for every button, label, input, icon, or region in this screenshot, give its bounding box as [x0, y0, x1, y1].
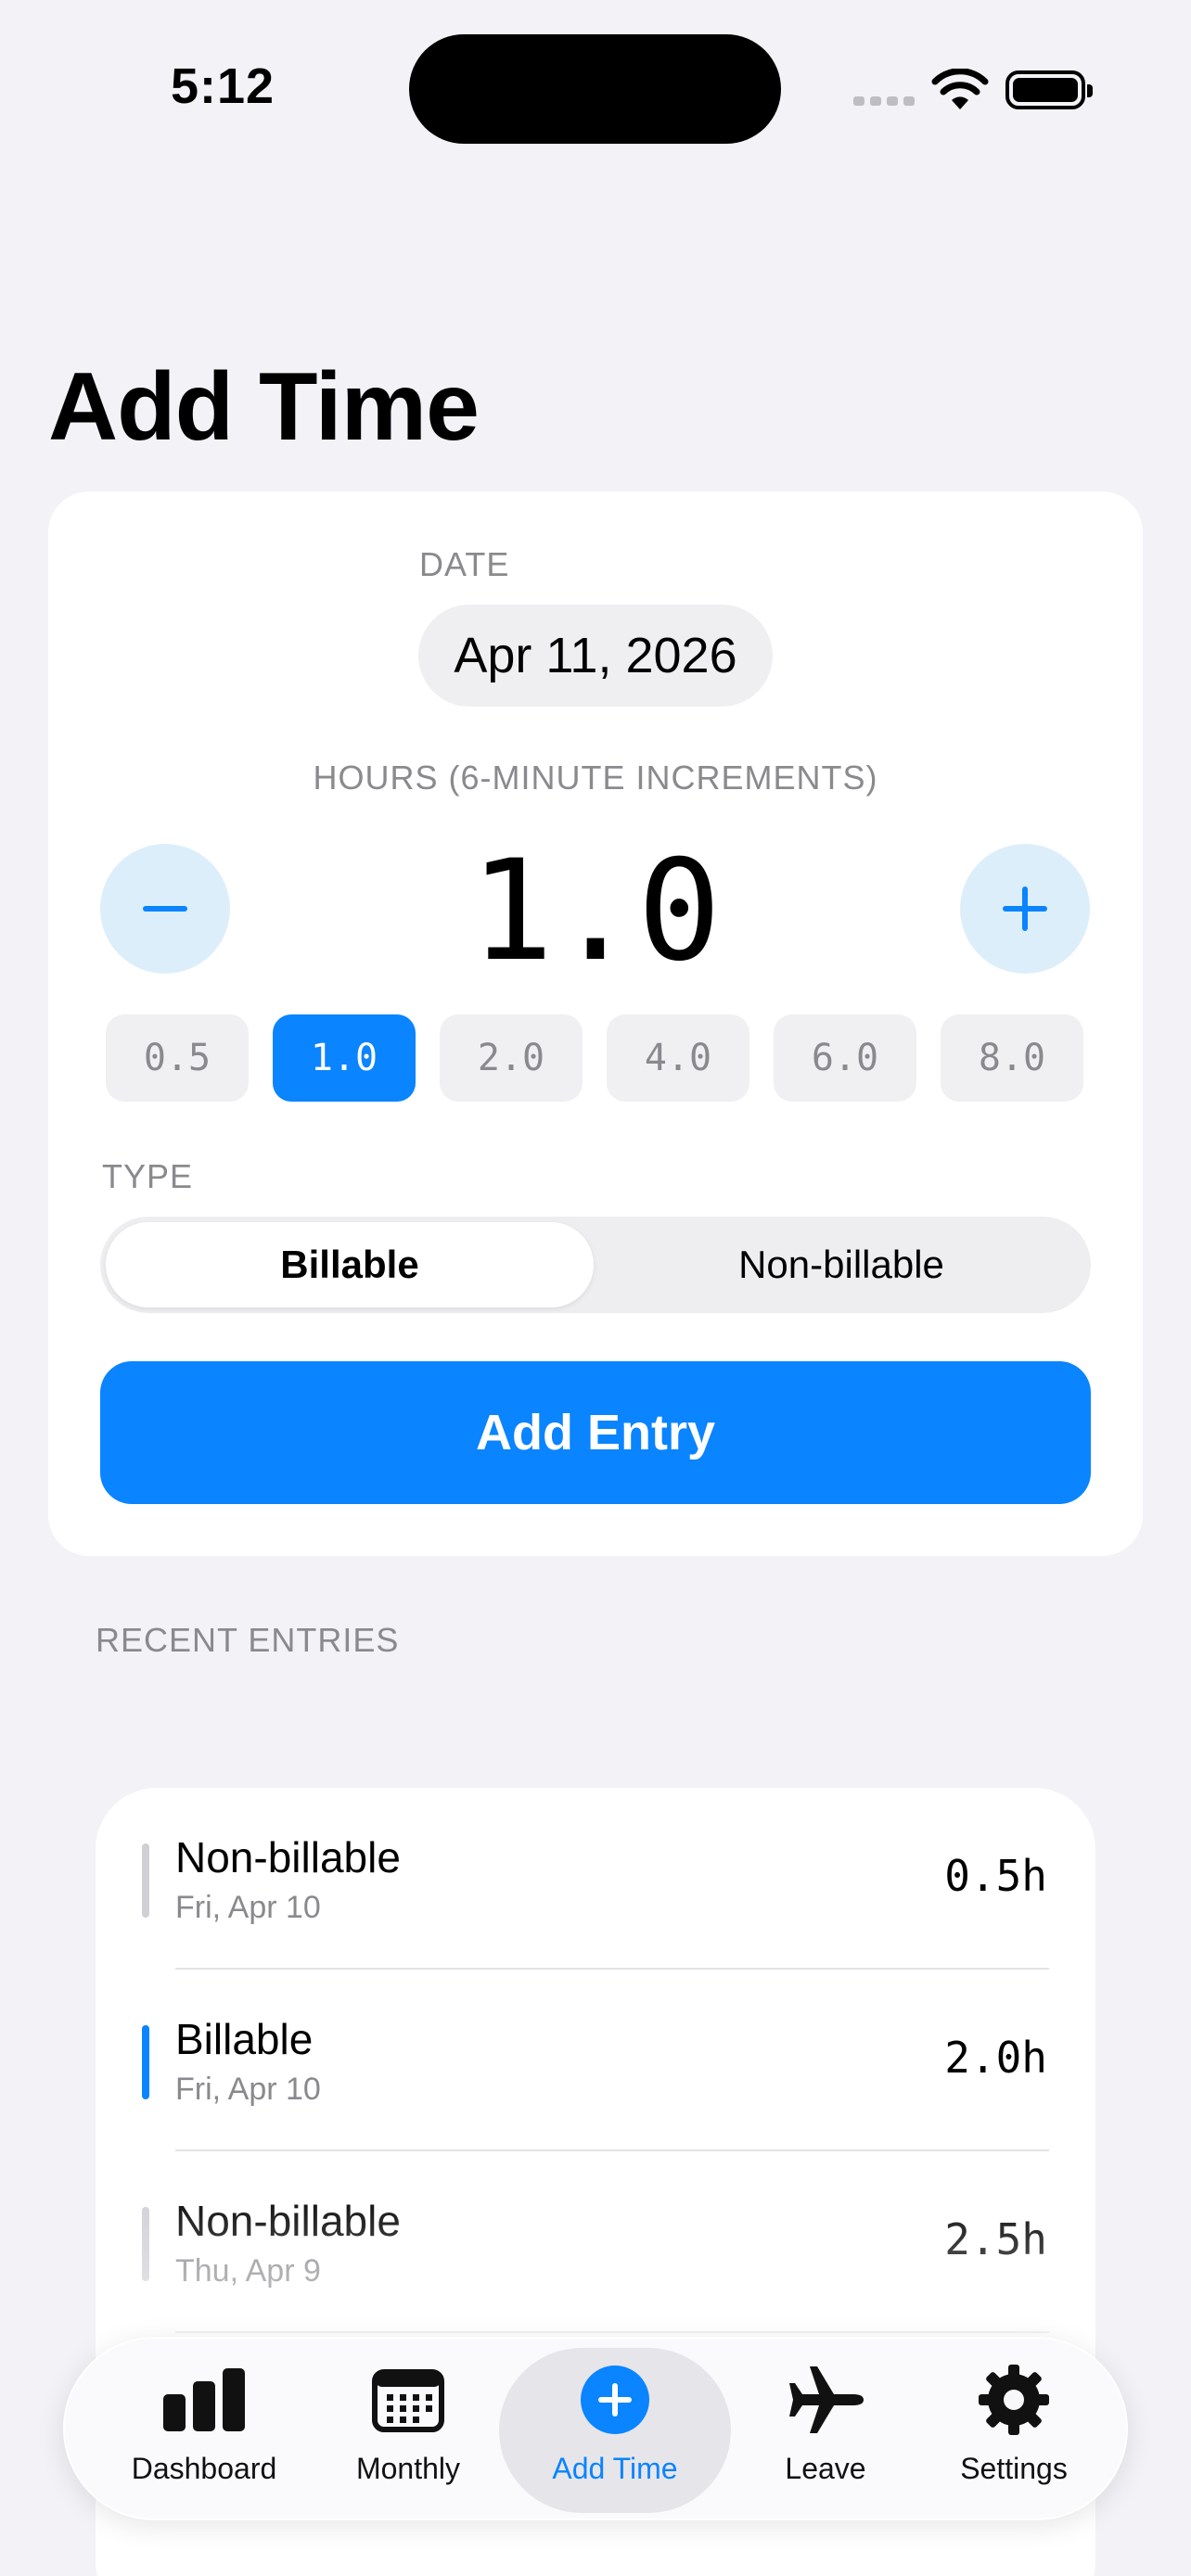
recent-entries-label: RECENT ENTRIES — [96, 1621, 400, 1659]
date-label: DATE — [419, 545, 510, 583]
list-item[interactable]: Non-billable Fri, Apr 10 0.5h — [96, 1788, 1095, 1970]
calendar-icon — [372, 2369, 444, 2432]
tab-monthly[interactable]: Monthly — [315, 2348, 501, 2513]
type-label: TYPE — [102, 1157, 194, 1195]
type-indicator — [142, 1843, 149, 1918]
tab-leave[interactable]: Leave — [733, 2348, 918, 2513]
hour-presets: 0.5 1.0 2.0 4.0 6.0 8.0 — [106, 1014, 1083, 1102]
wifi-icon — [931, 69, 989, 109]
entry-type: Billable — [175, 2015, 314, 2063]
tab-add-time[interactable]: Add Time — [499, 2348, 731, 2513]
entry-date: Thu, Apr 9 — [175, 2253, 321, 2289]
preset-0-5-button[interactable]: 0.5 — [106, 1014, 249, 1102]
entry-hours: 2.5h — [944, 2214, 1047, 2264]
add-entry-button[interactable]: Add Entry — [100, 1361, 1091, 1504]
segment-billable[interactable]: Billable — [106, 1222, 594, 1307]
tab-bar: Dashboard Monthly Add Time Leave Setting… — [63, 2337, 1128, 2520]
cellular-signal-icon — [853, 96, 915, 106]
type-indicator — [142, 2025, 149, 2099]
tab-label: Add Time — [552, 2452, 678, 2485]
screen: 5:12 Add Time DATE Apr 11, 2026 HOURS (6… — [0, 0, 1191, 2576]
battery-icon — [1005, 70, 1093, 109]
list-item[interactable]: Non-billable Thu, Apr 9 2.5h — [96, 2151, 1095, 2333]
date-picker-button[interactable]: Apr 11, 2026 — [418, 605, 773, 707]
divider — [175, 2331, 1049, 2333]
tab-label: Leave — [785, 2452, 866, 2485]
preset-4-0-button[interactable]: 4.0 — [607, 1014, 749, 1102]
entry-hours: 0.5h — [944, 1851, 1047, 1901]
dynamic-island — [409, 34, 781, 144]
entry-date: Fri, Apr 10 — [175, 2072, 321, 2107]
tab-label: Monthly — [355, 2452, 461, 2485]
entry-form-card: DATE Apr 11, 2026 HOURS (6-MINUTE INCREM… — [48, 491, 1143, 1556]
increment-hours-button[interactable] — [960, 844, 1090, 974]
page-title: Add Time — [48, 353, 480, 461]
preset-8-0-button[interactable]: 8.0 — [941, 1014, 1083, 1102]
tab-label: Dashboard — [131, 2452, 277, 2485]
tab-dashboard[interactable]: Dashboard — [102, 2348, 306, 2513]
status-time: 5:12 — [171, 58, 275, 114]
preset-6-0-button[interactable]: 6.0 — [774, 1014, 916, 1102]
segment-non-billable[interactable]: Non-billable — [597, 1222, 1085, 1307]
type-segmented-control: Billable Non-billable — [100, 1217, 1091, 1313]
type-indicator — [142, 2207, 149, 2281]
preset-1-0-button[interactable]: 1.0 — [273, 1014, 416, 1102]
airplane-icon — [789, 2366, 864, 2433]
tab-settings[interactable]: Settings — [918, 2348, 1109, 2513]
plus-circle-icon — [581, 2366, 649, 2434]
entry-type: Non-billable — [175, 2197, 401, 2245]
preset-2-0-button[interactable]: 2.0 — [440, 1014, 583, 1102]
entry-date: Fri, Apr 10 — [175, 1890, 321, 1925]
hours-label: HOURS (6-MINUTE INCREMENTS) — [313, 759, 878, 797]
list-item[interactable]: Billable Fri, Apr 10 2.0h — [96, 1970, 1095, 2151]
chart-bar-icon — [163, 2368, 245, 2431]
entry-type: Non-billable — [175, 1833, 401, 1881]
tab-label: Settings — [960, 2452, 1068, 2485]
entry-hours: 2.0h — [944, 2033, 1047, 2083]
gear-icon — [979, 2365, 1049, 2435]
